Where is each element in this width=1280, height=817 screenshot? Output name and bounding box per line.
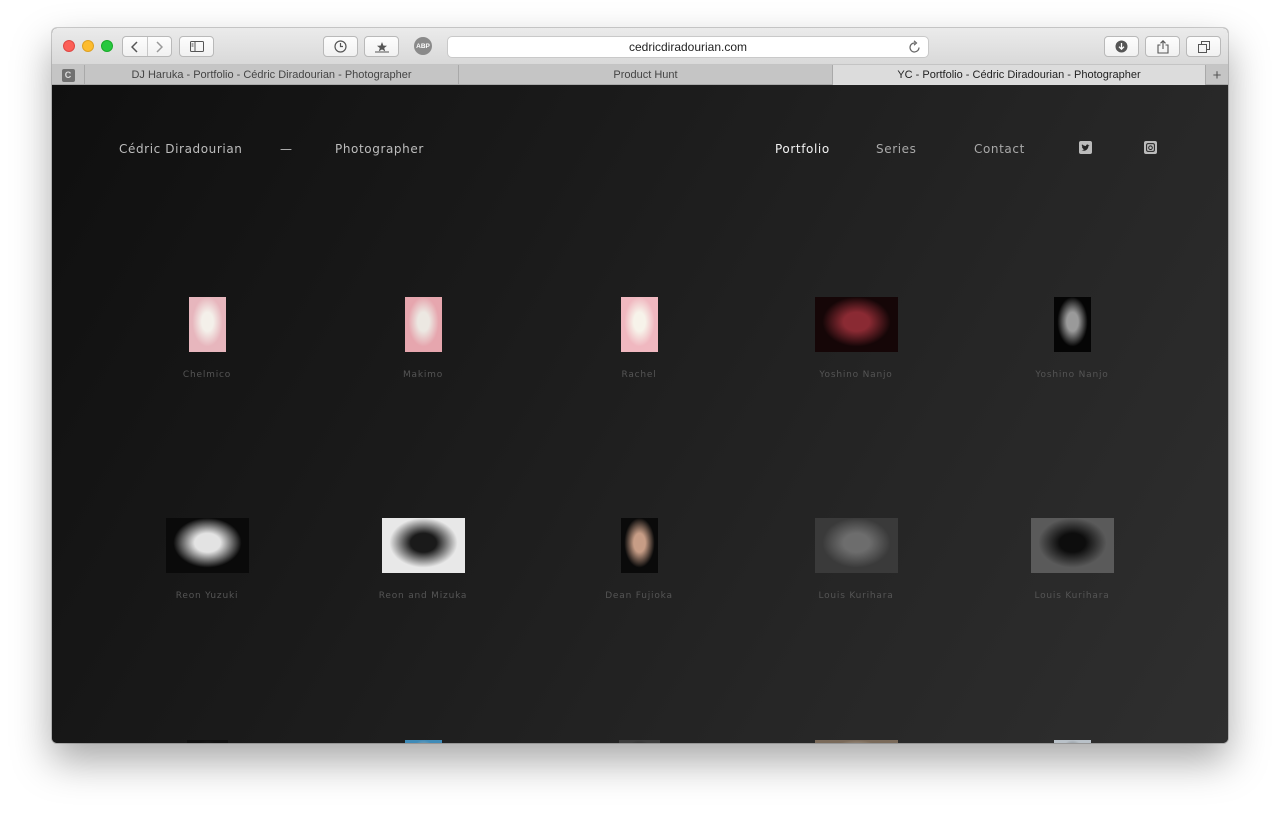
portfolio-caption: Reon and Mizuka [378,591,468,601]
adblock-icon: ABP [414,37,432,55]
site-header: Cédric Diradourian — Photographer Portfo… [52,85,1228,215]
portfolio-thumbnail[interactable] [188,297,226,352]
plus-icon: + [1212,66,1222,84]
tab-product-hunt[interactable]: Product Hunt [459,65,833,85]
close-window-button[interactable] [63,40,75,52]
portfolio-thumbnail[interactable] [1053,297,1091,352]
nav-portfolio-link[interactable]: Portfolio [775,142,830,156]
portfolio-thumbnail[interactable] [404,740,442,743]
brand-dash: — [280,142,293,156]
bookmarks-button[interactable] [364,36,399,57]
nav-series-link[interactable]: Series [876,142,917,156]
portfolio-thumbnail[interactable] [404,297,442,352]
portfolio-caption: Reon Yuzuki [175,591,239,601]
minimize-window-button[interactable] [82,40,94,52]
share-button[interactable] [1145,36,1180,57]
portfolio-caption: Makimo [402,370,444,380]
tabs-overview-button[interactable] [1186,36,1221,57]
portfolio-thumbnail[interactable] [618,740,660,743]
back-button[interactable] [123,37,148,56]
portfolio-caption: Louis Kurihara [1034,591,1110,601]
tab-label: Product Hunt [613,69,678,81]
portfolio-thumbnail[interactable] [165,518,249,573]
nav-contact-link[interactable]: Contact [974,142,1025,156]
adblock-button[interactable]: ABP [414,37,432,55]
sidebar-icon [189,41,204,52]
url-text: cedricdiradourian.com [628,40,748,54]
twitter-icon [1081,143,1090,151]
portfolio-caption: Chelmico [182,370,232,380]
pinned-tab[interactable]: C [52,65,85,85]
instagram-icon [1146,143,1155,152]
browser-toolbar: ABP cedricdiradourian.com [52,28,1228,65]
browser-window: ABP cedricdiradourian.com C DJ Haruka - … [52,28,1228,743]
history-icon [334,40,347,53]
back-icon [130,40,138,53]
tab-bar: C DJ Haruka - Portfolio - Cédric Diradou… [52,65,1228,85]
portfolio-thumbnail[interactable] [381,518,465,573]
forward-icon [156,40,164,53]
portfolio-thumbnail[interactable] [814,740,898,743]
address-bar[interactable]: cedricdiradourian.com [447,36,929,58]
maximize-window-button[interactable] [101,40,113,52]
adblock-label: ABP [416,42,430,50]
instagram-link[interactable] [1144,141,1157,154]
history-nav-group [122,36,172,57]
portfolio-thumbnail[interactable] [620,518,658,573]
portfolio-thumbnail[interactable] [814,297,898,352]
portfolio-thumbnail[interactable] [186,740,228,743]
reload-button[interactable] [909,40,921,56]
portfolio-thumbnail[interactable] [620,297,658,352]
web-page: Cédric Diradourian — Photographer Portfo… [52,85,1228,743]
tab-label: DJ Haruka - Portfolio - Cédric Diradouri… [131,69,412,81]
tabs-overview-icon [1197,40,1210,53]
history-button[interactable] [323,36,358,57]
new-tab-button[interactable]: + [1206,65,1228,85]
download-icon [1115,40,1128,53]
portfolio-caption: Dean Fujioka [605,591,673,601]
portfolio-thumbnail[interactable] [1030,518,1114,573]
brand-role: Photographer [335,142,424,156]
bookmark-icon [374,41,389,52]
portfolio-caption: Yoshino Nanjo [1035,370,1109,380]
portfolio-caption: Yoshino Nanjo [819,370,893,380]
share-icon [1156,39,1169,54]
downloads-button[interactable] [1104,36,1139,57]
forward-button[interactable] [148,37,172,56]
sidebar-button[interactable] [179,36,214,57]
portfolio-thumbnail[interactable] [814,518,898,573]
pinned-tab-favicon: C [61,68,75,82]
portfolio-caption: Rachel [621,370,657,380]
portfolio-caption: Louis Kurihara [818,591,894,601]
tab-yc-portfolio[interactable]: YC - Portfolio - Cédric Diradourian - Ph… [833,65,1206,85]
reload-icon [909,40,920,53]
portfolio-thumbnail[interactable] [1053,740,1091,743]
brand-name-link[interactable]: Cédric Diradourian [119,142,243,156]
tab-dj-haruka[interactable]: DJ Haruka - Portfolio - Cédric Diradouri… [85,65,459,85]
twitter-link[interactable] [1079,141,1092,154]
tab-label: YC - Portfolio - Cédric Diradourian - Ph… [897,69,1141,81]
